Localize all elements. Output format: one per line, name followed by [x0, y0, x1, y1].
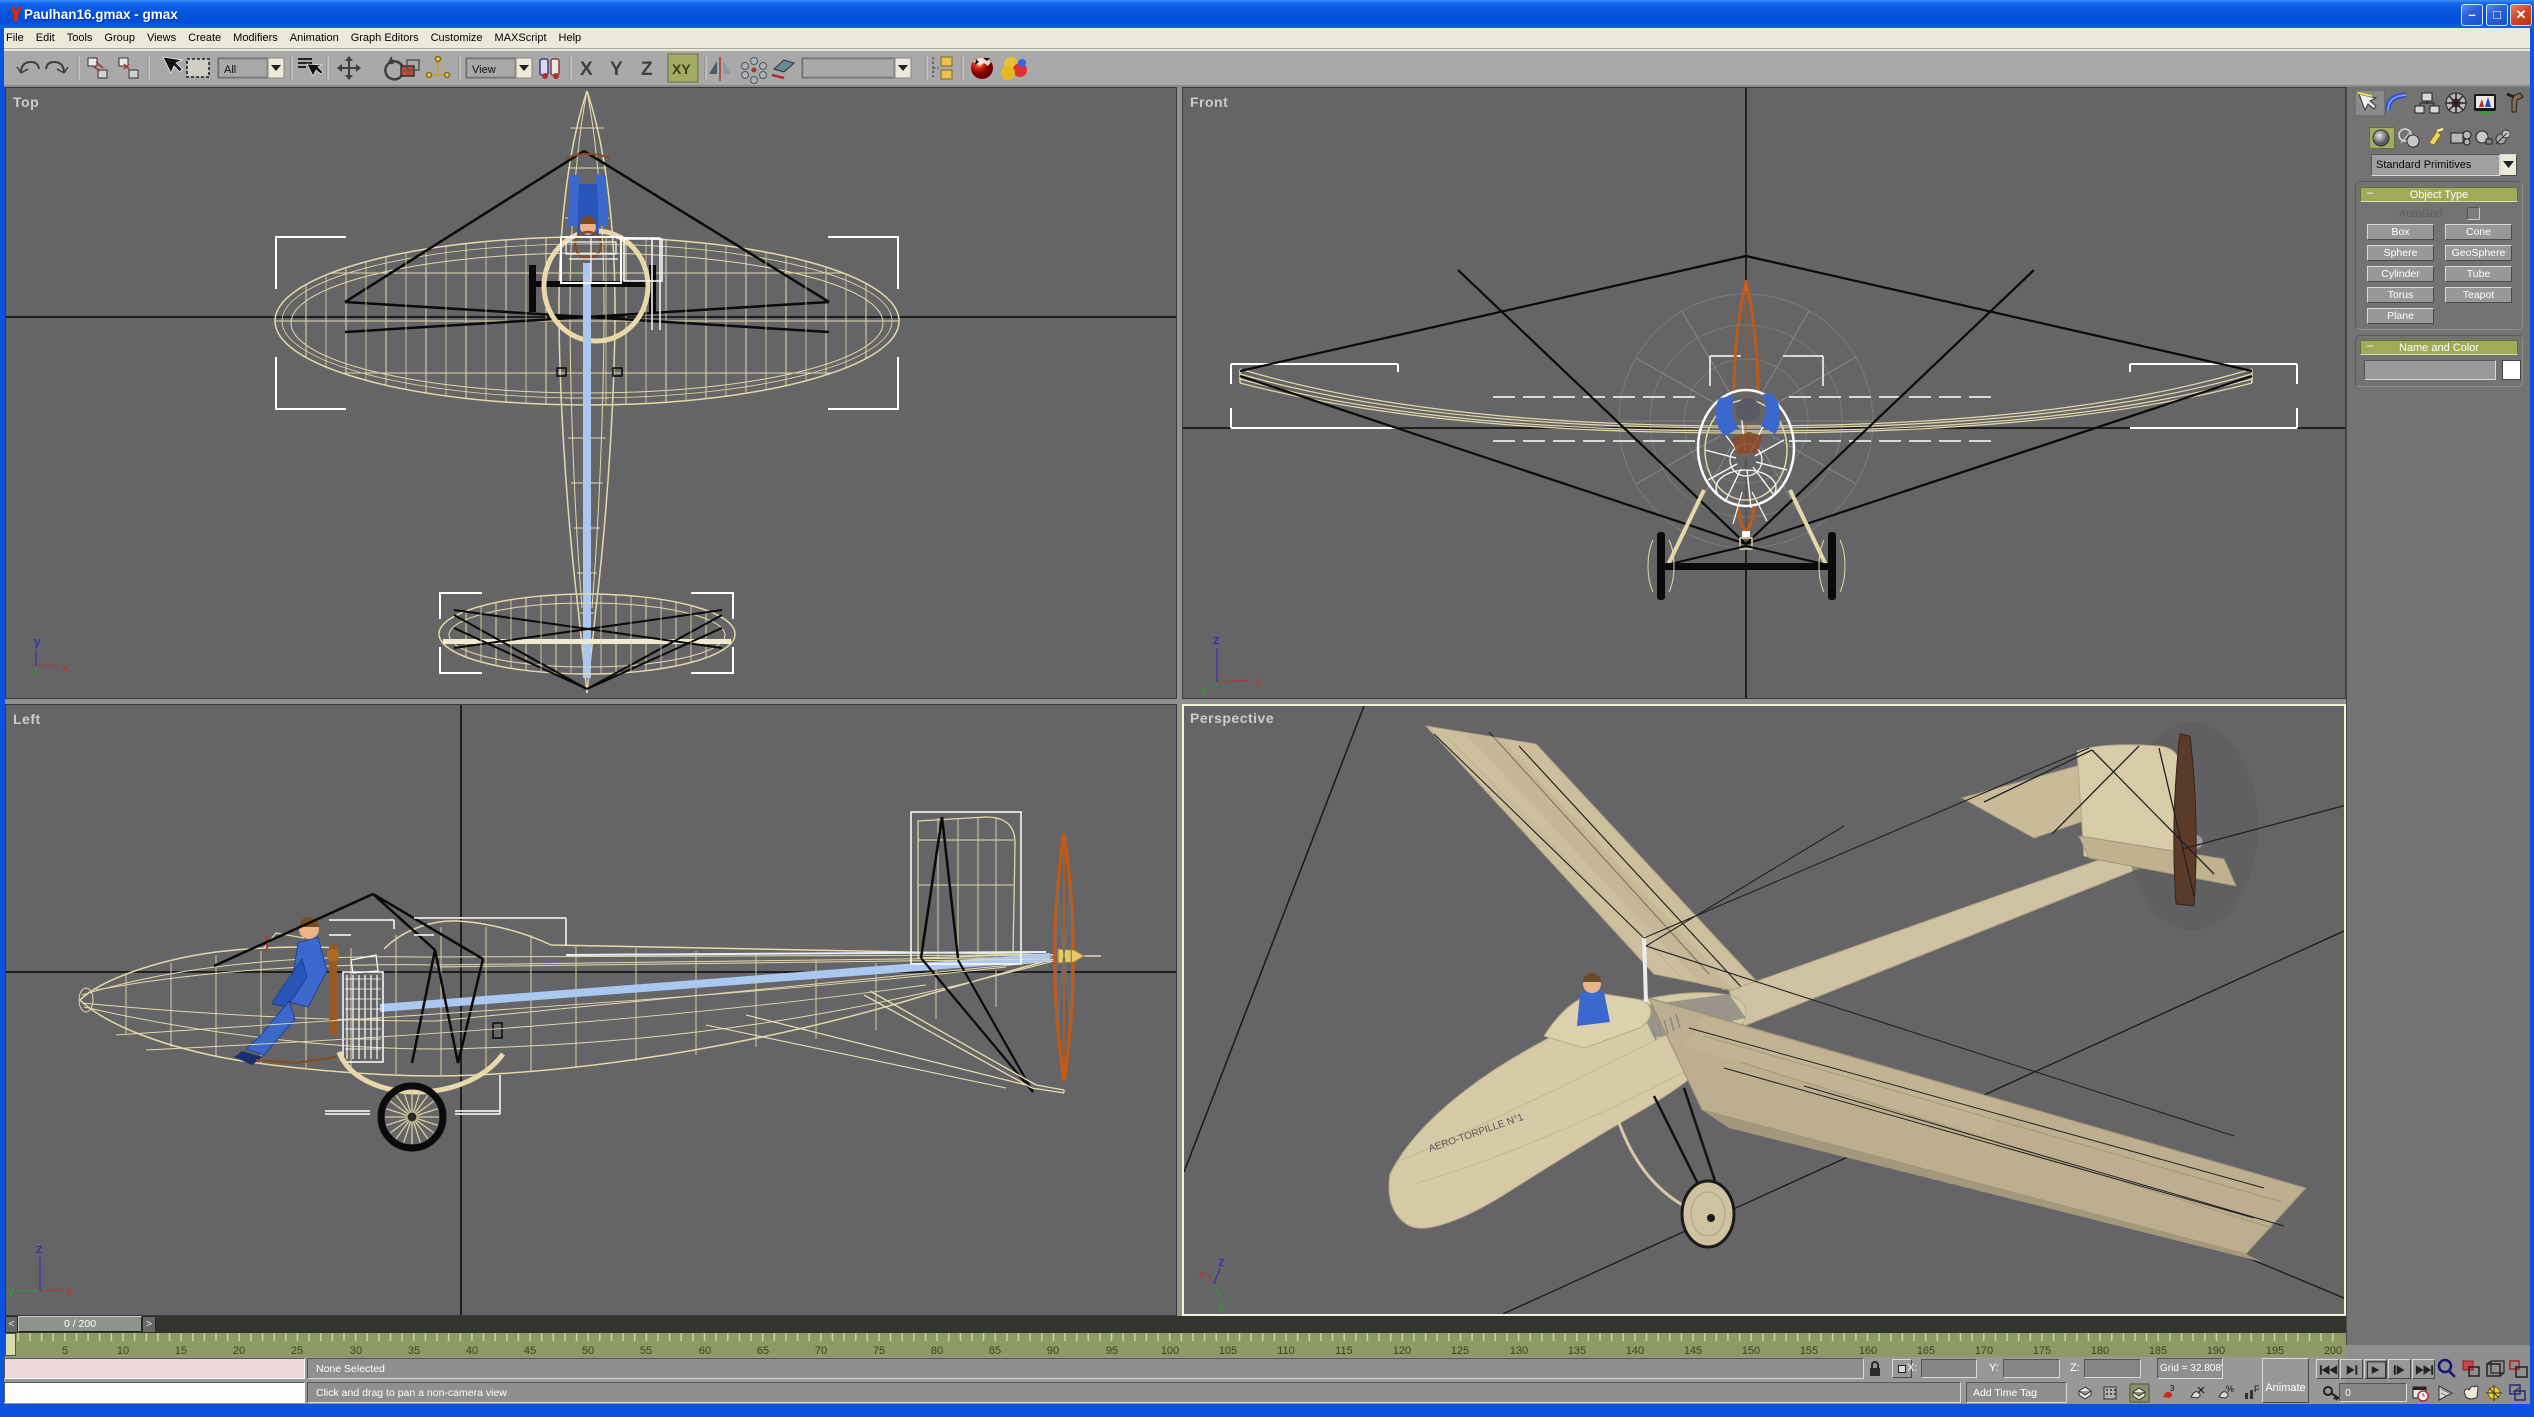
- svg-text:Y: Y: [610, 59, 623, 80]
- svg-text:130: 130: [1510, 1345, 1528, 1357]
- svg-text:35: 35: [408, 1345, 420, 1357]
- svg-text:155: 155: [1800, 1345, 1818, 1357]
- svg-text:180: 180: [2091, 1345, 2109, 1357]
- svg-text:Z: Z: [641, 59, 653, 80]
- svg-text:25: 25: [291, 1345, 303, 1357]
- svg-text:110: 110: [1277, 1345, 1295, 1357]
- svg-text:200: 200: [2324, 1345, 2342, 1357]
- svg-text:185: 185: [2149, 1345, 2167, 1357]
- svg-text:60: 60: [699, 1345, 711, 1357]
- svg-text:XY: XY: [672, 61, 691, 77]
- svg-text:190: 190: [2207, 1345, 2225, 1357]
- svg-text:50: 50: [582, 1345, 594, 1357]
- svg-text:30: 30: [350, 1345, 362, 1357]
- svg-text:170: 170: [1975, 1345, 1993, 1357]
- svg-text:%: %: [2226, 1384, 2234, 1394]
- svg-text:y: y: [34, 634, 41, 649]
- svg-text:15: 15: [175, 1345, 187, 1357]
- svg-text:120: 120: [1393, 1345, 1411, 1357]
- svg-text:x: x: [1198, 1266, 1205, 1281]
- svg-text:75: 75: [873, 1345, 885, 1357]
- svg-text:All: All: [224, 64, 236, 76]
- svg-text:165: 165: [1917, 1345, 1935, 1357]
- svg-text:45: 45: [524, 1345, 536, 1357]
- svg-text:55: 55: [640, 1345, 652, 1357]
- svg-text:10: 10: [117, 1345, 129, 1357]
- svg-text:65: 65: [757, 1345, 769, 1357]
- svg-text:80: 80: [931, 1345, 943, 1357]
- svg-text:115: 115: [1335, 1345, 1353, 1357]
- svg-text:View: View: [472, 64, 496, 76]
- svg-text:z: z: [36, 1241, 43, 1256]
- svg-text:X: X: [580, 59, 593, 80]
- svg-text:z: z: [1218, 1254, 1225, 1269]
- svg-text:70: 70: [815, 1345, 827, 1357]
- svg-text:F: F: [2254, 1384, 2260, 1394]
- svg-text:20: 20: [233, 1345, 245, 1357]
- svg-text:x: x: [62, 660, 69, 675]
- svg-text:y: y: [1218, 1298, 1225, 1313]
- svg-text:150: 150: [1742, 1345, 1760, 1357]
- svg-text:160: 160: [1859, 1345, 1877, 1357]
- svg-text:90: 90: [1047, 1345, 1059, 1357]
- svg-text:40: 40: [466, 1345, 478, 1357]
- svg-text:145: 145: [1684, 1345, 1702, 1357]
- svg-text:100: 100: [1161, 1345, 1179, 1357]
- svg-text:140: 140: [1626, 1345, 1644, 1357]
- svg-text:5: 5: [62, 1345, 68, 1357]
- svg-text:z: z: [1213, 632, 1220, 647]
- svg-text:95: 95: [1106, 1345, 1118, 1357]
- svg-text:125: 125: [1451, 1345, 1469, 1357]
- svg-text:y: y: [1201, 682, 1208, 697]
- svg-text:x: x: [66, 1283, 73, 1298]
- svg-text:3: 3: [2170, 1384, 2175, 1393]
- svg-text:y: y: [8, 1283, 15, 1298]
- svg-text:175: 175: [2033, 1345, 2051, 1357]
- svg-text:195: 195: [2266, 1345, 2284, 1357]
- svg-text:85: 85: [989, 1345, 1001, 1357]
- svg-text:x: x: [1255, 674, 1262, 689]
- svg-text:135: 135: [1568, 1345, 1586, 1357]
- svg-text:105: 105: [1219, 1345, 1237, 1357]
